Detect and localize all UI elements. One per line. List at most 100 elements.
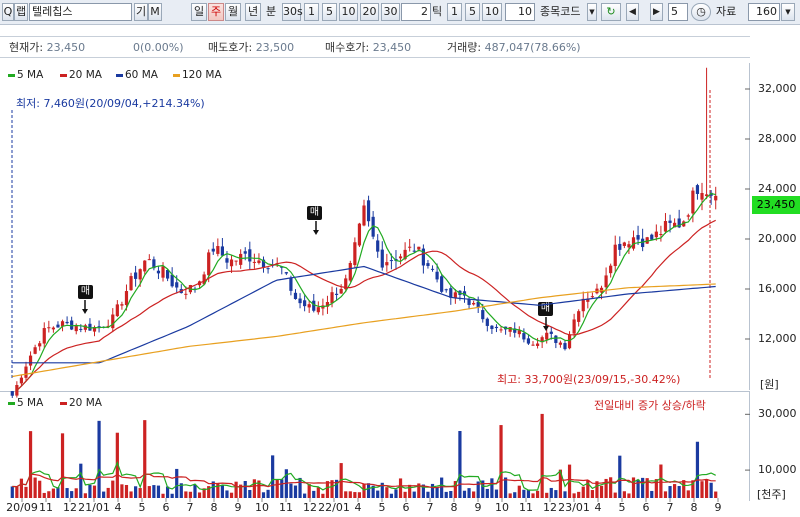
candle-body [668,220,672,223]
candle-body [700,193,704,200]
volume-bar [147,486,151,498]
candle-body [412,250,416,252]
candle-body [535,343,540,346]
volume-bar [184,491,188,498]
candle-body [307,304,311,308]
volume-bar [618,455,622,498]
candle-body [613,244,617,267]
candle-body [115,304,119,317]
candle-body [134,272,138,279]
volume-bar [24,486,28,498]
volume-bar [316,487,320,498]
price-tick-label: 20,000 [758,232,797,245]
candle-body [618,243,622,250]
volume-bar [266,489,270,498]
candle-body [398,256,403,259]
volume-bar [261,492,266,498]
volume-bar [70,491,74,498]
price-tick-label: 16,000 [758,282,797,295]
volume-bar [650,490,654,498]
candle-body [353,242,357,266]
volume-bar [243,480,247,498]
candle-body [659,234,663,236]
volume-bar [517,485,521,498]
candle-body [663,221,668,232]
volume-bar [663,491,668,498]
sell-arrow-head [543,326,549,331]
volume-bar [252,479,256,498]
volume-bar [376,490,380,498]
volume-bar [188,491,193,498]
volume-bar [531,493,535,498]
volume-bar [472,491,476,498]
candle-body [430,268,435,270]
volume-bar [609,477,613,498]
candle-body [74,326,78,332]
volume-bar [15,486,19,498]
candle-body [184,293,188,295]
ma120-line [12,283,716,378]
volume-bar [298,477,302,498]
candle-body [563,343,567,350]
candle-body [567,334,572,349]
price-tick-label: 32,000 [758,82,797,95]
candle-body [207,252,211,276]
candle-body [156,270,161,274]
candle-body [120,304,124,306]
candle-body [636,235,640,240]
candle-body [650,234,654,240]
volume-bar [613,492,617,498]
price-volume-chart[interactable] [0,0,800,517]
volume-bar [170,493,174,498]
volume-bar [449,491,453,498]
candle-body [284,272,288,274]
volume-bar [129,491,133,498]
volume-bar [403,491,407,498]
candle-body [490,325,494,329]
candle-body [38,343,42,347]
candle-body [348,262,352,281]
candle-body [225,258,229,263]
candle-body [293,292,298,300]
candle-body [577,311,581,322]
volume-bar [175,468,179,498]
volume-bar [673,484,677,498]
volume-bar [161,493,165,498]
candle-body [408,246,412,248]
volume-bar [56,487,60,498]
candle-body [79,328,83,330]
candle-body [70,320,74,330]
candle-body [366,200,371,222]
volume-bar [668,486,672,498]
candle-body [252,261,256,263]
volume-bar [682,480,686,498]
volume-bar [353,492,357,498]
volume-bar [197,492,202,498]
sell-arrow-head [82,309,88,314]
volume-bar [74,488,78,498]
volume-tick-label: 30,000 [758,407,797,421]
volume-bar [499,425,503,498]
volume-bar [344,491,348,498]
volume-bar [134,486,138,498]
candle-body [266,268,270,270]
volume-bar [106,487,110,498]
candle-body [147,259,151,261]
volume-bar [143,420,147,498]
candle-body [170,274,174,287]
volume-bar [111,480,115,498]
volume-bar [225,490,229,498]
candle-body [485,318,489,326]
volume-bar [641,477,645,498]
volume-bar [312,490,316,498]
volume-bar [458,431,462,498]
volume-bar [659,464,663,498]
candle-body [161,266,165,278]
volume-bar [686,490,690,498]
candle-body [143,260,147,272]
volume-bar [10,486,14,498]
volume-bar [280,479,284,498]
volume-bar [440,477,444,498]
candle-body [389,260,394,262]
volume-bar [590,490,594,498]
